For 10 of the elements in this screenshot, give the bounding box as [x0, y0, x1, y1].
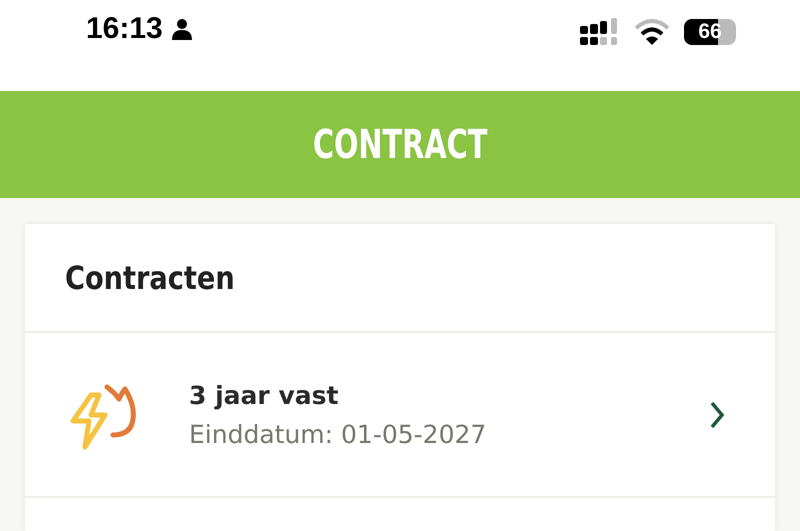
chevron-right-icon	[709, 400, 725, 428]
wifi-icon	[634, 18, 670, 46]
page-title: CONTRACT	[312, 122, 488, 168]
person-icon	[170, 18, 193, 40]
contract-item[interactable]: 3 jaar vast Einddatum: 01-05-2027	[25, 333, 775, 498]
contract-title: 3 jaar vast	[189, 380, 340, 410]
contract-end-date: Einddatum: 01-05-2027	[189, 420, 488, 448]
card-title: Contracten	[65, 258, 235, 296]
status-time: 16:13	[86, 12, 163, 46]
signal-icon	[580, 18, 620, 46]
